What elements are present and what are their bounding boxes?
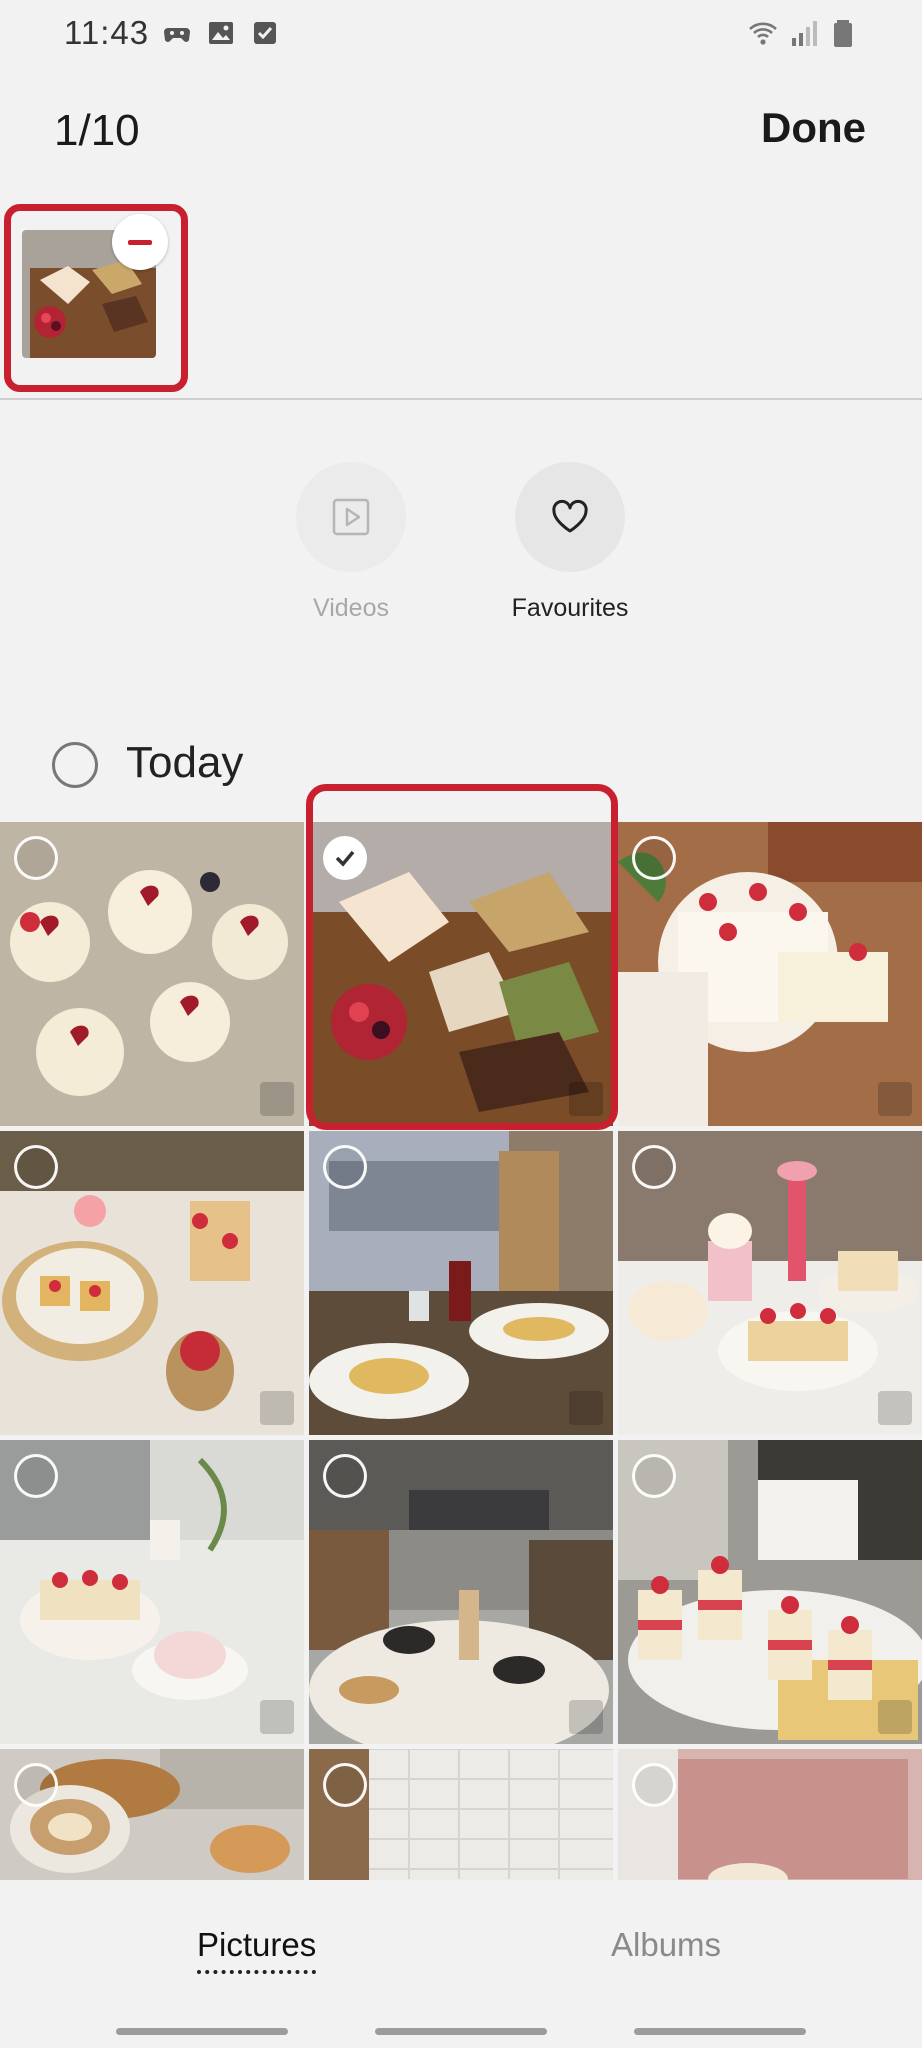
photo-select-checkbox[interactable] (323, 836, 367, 880)
selection-counter: 1/10 (54, 106, 140, 155)
status-time: 11:43 (64, 14, 150, 51)
gesture-handle-center (375, 2028, 547, 2035)
category-favourites[interactable]: Favourites (505, 462, 635, 623)
photo-cake-coffee-window[interactable] (0, 1440, 304, 1744)
photo-heart-cupcakes[interactable] (0, 822, 304, 1126)
photo-street-cafe[interactable] (309, 1440, 613, 1744)
favourites-label: Favourites (511, 594, 629, 622)
favourites-circle (515, 462, 625, 572)
expand-icon[interactable] (569, 1082, 603, 1116)
wifi-icon (749, 22, 777, 45)
photo-white-tiles[interactable] (309, 1749, 613, 1880)
select-all-today-checkbox[interactable] (52, 742, 98, 788)
photo-select-checkbox[interactable] (323, 1454, 367, 1498)
remove-selection-button[interactable] (112, 214, 168, 270)
gesture-handle-right (634, 2028, 806, 2035)
expand-icon[interactable] (260, 1700, 294, 1734)
expand-icon[interactable] (878, 1082, 912, 1116)
image-icon (209, 22, 233, 44)
photo-select-checkbox[interactable] (14, 1763, 58, 1807)
tab-pictures[interactable]: Pictures (197, 1926, 316, 1974)
checkbox-icon (254, 22, 276, 44)
bottom-nav: Pictures Albums (0, 1880, 922, 2048)
photo-select-checkbox[interactable] (632, 836, 676, 880)
photo-strawberry-cups[interactable] (618, 1440, 922, 1744)
videos-circle (296, 462, 406, 572)
divider (0, 398, 922, 400)
expand-icon[interactable] (260, 1082, 294, 1116)
battery-icon (834, 20, 852, 47)
selected-tray (0, 196, 922, 396)
notification-icons (162, 18, 280, 48)
photo-select-checkbox[interactable] (14, 1145, 58, 1189)
signal-icon (792, 21, 817, 46)
videos-label: Videos (313, 594, 389, 622)
checkmark-icon (335, 850, 355, 867)
photo-strawberry-shortcake[interactable] (618, 822, 922, 1126)
section-header-today: Today (0, 738, 922, 798)
game-controller-icon (164, 28, 190, 42)
photo-pink-chair[interactable] (618, 1749, 922, 1880)
photo-cake-slices[interactable] (309, 822, 613, 1126)
play-icon (332, 498, 370, 536)
expand-icon[interactable] (260, 1391, 294, 1425)
system-icons (748, 18, 858, 48)
photo-select-checkbox[interactable] (632, 1454, 676, 1498)
category-videos[interactable]: Videos (286, 462, 416, 623)
minus-icon (128, 239, 152, 245)
photo-strawberry-desserts[interactable] (618, 1131, 922, 1435)
section-label: Today (126, 738, 244, 787)
photo-select-checkbox[interactable] (14, 1454, 58, 1498)
expand-icon[interactable] (878, 1700, 912, 1734)
done-button[interactable]: Done (761, 104, 866, 152)
photo-coffee-croissants[interactable] (0, 1749, 304, 1880)
photo-select-checkbox[interactable] (323, 1145, 367, 1189)
selection-header: 1/10 Done (0, 96, 922, 166)
photo-select-checkbox[interactable] (632, 1763, 676, 1807)
photo-select-checkbox[interactable] (14, 836, 58, 880)
photo-strawberry-tarts[interactable] (0, 1131, 304, 1435)
photo-cafe-window[interactable] (309, 1131, 613, 1435)
photo-grid (0, 822, 922, 1880)
photo-select-checkbox[interactable] (323, 1763, 367, 1807)
expand-icon[interactable] (878, 1391, 912, 1425)
photo-select-checkbox[interactable] (632, 1145, 676, 1189)
expand-icon[interactable] (569, 1700, 603, 1734)
tab-albums[interactable]: Albums (611, 1926, 721, 1964)
status-bar: 11:43 (0, 0, 922, 66)
heart-icon (552, 499, 588, 533)
expand-icon[interactable] (569, 1391, 603, 1425)
gesture-handle-left (116, 2028, 288, 2035)
